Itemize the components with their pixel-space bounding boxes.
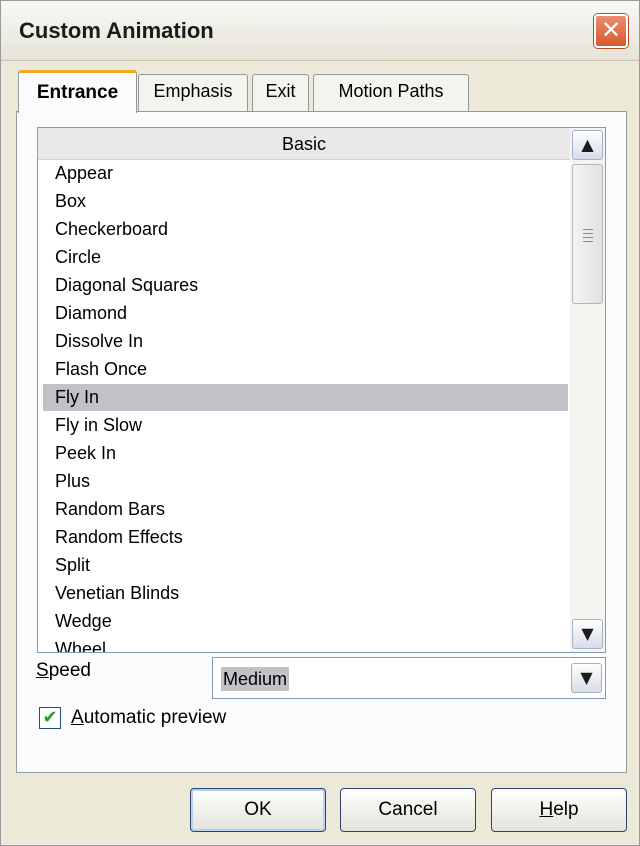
help-accel: H bbox=[539, 799, 554, 820]
effects-listbox[interactable]: Basic Appear Box Checkerboard Circle Dia… bbox=[37, 127, 606, 653]
list-item-plus[interactable]: Plus bbox=[43, 468, 568, 495]
custom-animation-dialog: Custom Animation ✕ Entrance Emphasis Exi… bbox=[0, 0, 640, 846]
list-item-dissolve-in[interactable]: Dissolve In bbox=[43, 328, 568, 355]
list-item-random-effects[interactable]: Random Effects bbox=[43, 524, 568, 551]
tab-motion-paths[interactable]: Motion Paths bbox=[313, 74, 469, 111]
automatic-preview-accel: A bbox=[71, 707, 84, 728]
scroll-up-icon[interactable]: ▲ bbox=[572, 130, 603, 160]
title-bar[interactable]: Custom Animation ✕ bbox=[1, 1, 639, 61]
list-item-split[interactable]: Split bbox=[43, 552, 568, 579]
scrollbar-thumb[interactable] bbox=[572, 164, 603, 304]
tab-entrance[interactable]: Entrance bbox=[18, 70, 137, 113]
speed-selected-value: Medium bbox=[221, 667, 290, 691]
list-item-diagonal-squares[interactable]: Diagonal Squares bbox=[43, 272, 568, 299]
list-item-flash-once[interactable]: Flash Once bbox=[43, 356, 568, 383]
automatic-preview-checkbox[interactable]: ✔ bbox=[39, 707, 61, 729]
category-header: Basic bbox=[38, 128, 570, 160]
automatic-preview-label-rest: utomatic preview bbox=[83, 707, 227, 728]
list-item-circle[interactable]: Circle bbox=[43, 244, 568, 271]
tab-emphasis[interactable]: Emphasis bbox=[138, 74, 248, 111]
list-item-peek-in[interactable]: Peek In bbox=[43, 440, 568, 467]
dialog-title: Custom Animation bbox=[19, 18, 214, 43]
speed-dropdown[interactable]: Medium ▼ bbox=[212, 657, 606, 699]
automatic-preview-label[interactable]: Automatic preview bbox=[71, 707, 226, 729]
list-item-diamond[interactable]: Diamond bbox=[43, 300, 568, 327]
list-item-checkerboard[interactable]: Checkerboard bbox=[43, 216, 568, 243]
help-label-rest: elp bbox=[553, 799, 579, 820]
speed-label: Speed bbox=[36, 660, 91, 682]
vertical-scrollbar[interactable]: ▲ ▼ bbox=[570, 128, 605, 652]
tab-exit[interactable]: Exit bbox=[252, 74, 309, 111]
list-item-appear[interactable]: Appear bbox=[43, 160, 568, 187]
cancel-button[interactable]: Cancel bbox=[340, 788, 476, 832]
chevron-down-icon[interactable]: ▼ bbox=[571, 663, 602, 693]
list-item-fly-in[interactable]: Fly In bbox=[43, 384, 568, 411]
speed-label-rest: peed bbox=[48, 660, 91, 681]
ok-button[interactable]: OK bbox=[190, 788, 326, 832]
help-button[interactable]: Help bbox=[491, 788, 627, 832]
list-item-wedge[interactable]: Wedge bbox=[43, 608, 568, 635]
list-item-box[interactable]: Box bbox=[43, 188, 568, 215]
close-icon[interactable]: ✕ bbox=[594, 14, 628, 48]
list-item-random-bars[interactable]: Random Bars bbox=[43, 496, 568, 523]
list-item-fly-in-slow[interactable]: Fly in Slow bbox=[43, 412, 568, 439]
list-item-wheel[interactable]: Wheel bbox=[43, 636, 568, 652]
speed-label-accel: S bbox=[36, 660, 49, 681]
scroll-down-icon[interactable]: ▼ bbox=[572, 619, 603, 649]
list-item-venetian-blinds[interactable]: Venetian Blinds bbox=[43, 580, 568, 607]
